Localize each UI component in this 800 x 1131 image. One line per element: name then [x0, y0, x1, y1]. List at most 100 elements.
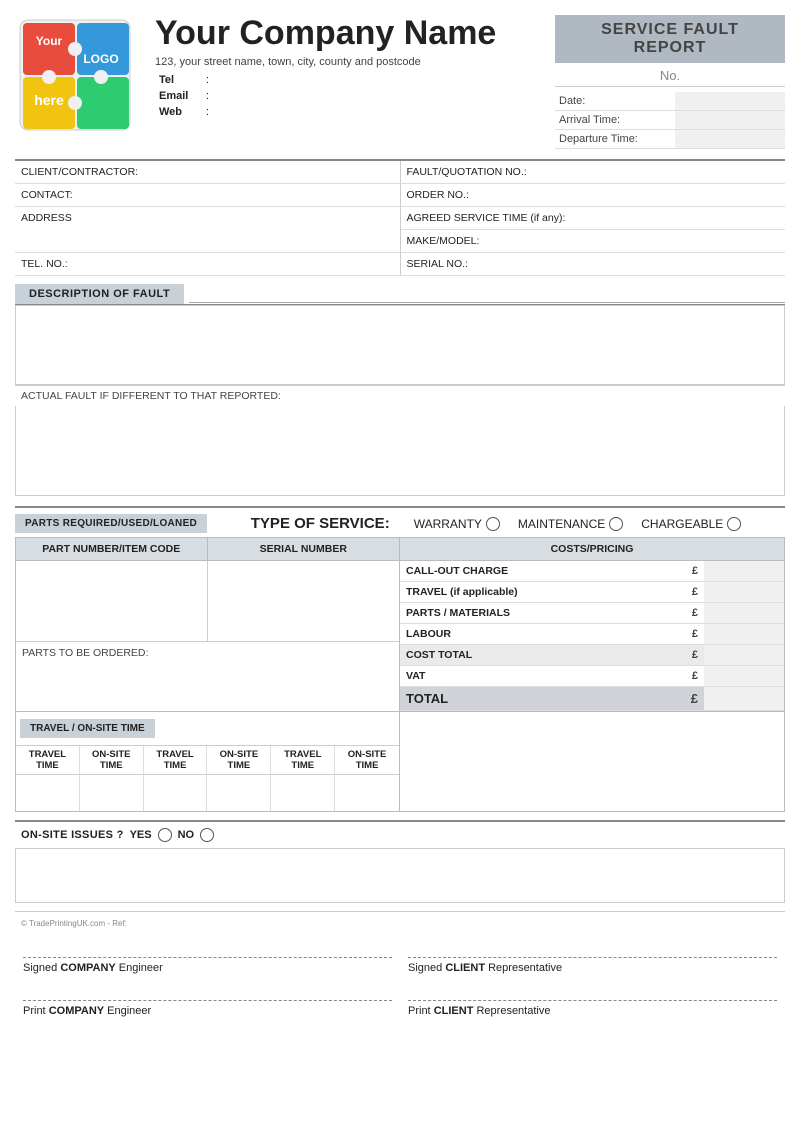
onsite-notes-box[interactable]	[15, 848, 785, 903]
svg-text:here: here	[34, 92, 64, 108]
print-company-label: Print COMPANY Engineer	[23, 1005, 392, 1017]
actual-fault-box[interactable]	[15, 406, 785, 496]
onsite-d3[interactable]	[335, 775, 399, 811]
onsite-d1[interactable]	[80, 775, 144, 811]
part-numbers-col[interactable]	[16, 561, 208, 641]
company-contact: Tel : Email : Web :	[155, 71, 545, 121]
travel-h3: TRAVEL TIME	[271, 746, 335, 775]
email-value: :	[204, 89, 211, 103]
parts-tag: PARTS REQUIRED/USED/LOANED	[15, 514, 207, 533]
travel-data-row	[16, 775, 399, 811]
type-service-title: TYPE OF SERVICE:	[251, 515, 390, 532]
company-address: 123, your street name, town, city, count…	[155, 56, 545, 68]
maintenance-radio[interactable]	[609, 517, 623, 531]
total-pound: £	[685, 687, 704, 711]
parts-headers: PART NUMBER/ITEM CODE SERIAL NUMBER	[16, 538, 399, 561]
onsite-no-radio[interactable]	[200, 828, 214, 842]
departure-value[interactable]	[675, 130, 785, 149]
cost-total-pound: £	[685, 645, 704, 666]
onsite-issues-row: ON-SITE ISSUES ? YES NO	[15, 820, 785, 844]
labour-amount[interactable]	[704, 624, 784, 645]
tel-value: :	[204, 73, 211, 87]
total-amount[interactable]	[704, 687, 784, 711]
address-label: ADDRESS	[15, 207, 400, 253]
report-no: No.	[555, 68, 785, 87]
svg-text:Your: Your	[36, 34, 63, 48]
print-company-line	[23, 1000, 392, 1001]
travel-d1[interactable]	[16, 775, 80, 811]
chargeable-label: CHARGEABLE	[641, 517, 723, 531]
print-company-col: Print COMPANY Engineer	[15, 978, 400, 1021]
travel-amount[interactable]	[704, 582, 784, 603]
parts-materials-label: PARTS / MATERIALS	[400, 603, 685, 624]
actual-fault-label: ACTUAL FAULT IF DIFFERENT TO THAT REPORT…	[15, 385, 785, 406]
fault-description-box[interactable]	[15, 305, 785, 385]
fault-title: DESCRIPTION OF FAULT	[15, 284, 184, 304]
labour-label: LABOUR	[400, 624, 685, 645]
print-client-line	[408, 1000, 777, 1001]
tel-label: Tel	[157, 73, 202, 87]
cost-total-amount[interactable]	[704, 645, 784, 666]
serial-no-label: SERIAL NO.:	[400, 253, 785, 276]
travel-container: TRAVEL / ON-SITE TIME TRAVEL TIME ON-SIT…	[15, 712, 785, 812]
travel-d2[interactable]	[144, 775, 208, 811]
costs-header: COSTS/PRICING	[400, 538, 784, 561]
onsite-issues-label: ON-SITE ISSUES ?	[21, 829, 124, 841]
call-out-amount[interactable]	[704, 561, 784, 582]
fault-quot-label: FAULT/QUOTATION NO.:	[400, 160, 785, 184]
fault-header-line	[189, 302, 785, 303]
vat-amount[interactable]	[704, 666, 784, 687]
svg-text:LOGO: LOGO	[83, 52, 118, 66]
print-client-col: Print CLIENT Representative	[400, 978, 785, 1021]
serial-numbers-col[interactable]	[208, 561, 400, 641]
onsite-yes-radio[interactable]	[158, 828, 172, 842]
chargeable-radio[interactable]	[727, 517, 741, 531]
labour-pound: £	[685, 624, 704, 645]
onsite-h1: ON-SITE TIME	[80, 746, 144, 775]
onsite-no-label: NO	[178, 829, 195, 841]
type-service-block: TYPE OF SERVICE: WARRANTY MAINTENANCE CH…	[207, 515, 785, 532]
travel-header-area: TRAVEL / ON-SITE TIME	[16, 712, 399, 745]
date-table: Date: Arrival Time: Departure Time:	[555, 92, 785, 149]
signed-client-line	[408, 957, 777, 958]
vat-label: VAT	[400, 666, 685, 687]
onsite-d2[interactable]	[207, 775, 271, 811]
warranty-label: WARRANTY	[414, 517, 482, 531]
warranty-option[interactable]: WARRANTY	[414, 517, 500, 531]
logo-icon: Your LOGO here	[15, 15, 135, 135]
parts-amount[interactable]	[704, 603, 784, 624]
report-title: SERVICE FAULT REPORT	[555, 15, 785, 63]
signed-company-col: Signed COMPANY Engineer	[15, 935, 400, 978]
onsite-h3: ON-SITE TIME	[335, 746, 399, 775]
arrival-value[interactable]	[675, 111, 785, 130]
costs-table: CALL-OUT CHARGE £ TRAVEL (if applicable)…	[400, 561, 784, 711]
serial-number-header: SERIAL NUMBER	[208, 538, 400, 560]
maintenance-option[interactable]: MAINTENANCE	[518, 517, 623, 531]
signed-company-line	[23, 957, 392, 958]
copyright: © TradePrintingUK.com - Ref:	[15, 916, 785, 931]
make-model-label: MAKE/MODEL:	[400, 230, 785, 253]
warranty-radio[interactable]	[486, 517, 500, 531]
sig-grid: Signed COMPANY Engineer Signed CLIENT Re…	[15, 935, 785, 1021]
web-label: Web	[157, 105, 202, 119]
travel-d3[interactable]	[271, 775, 335, 811]
travel-h1: TRAVEL TIME	[16, 746, 80, 775]
date-value[interactable]	[675, 92, 785, 111]
parts-left-panel: PART NUMBER/ITEM CODE SERIAL NUMBER PART…	[16, 538, 400, 711]
travel-left-panel: TRAVEL / ON-SITE TIME TRAVEL TIME ON-SIT…	[16, 712, 400, 811]
travel-pound: £	[685, 582, 704, 603]
total-label: TOTAL	[400, 687, 685, 711]
fault-section-header-row: DESCRIPTION OF FAULT	[15, 284, 785, 305]
parts-service-header: PARTS REQUIRED/USED/LOANED TYPE OF SERVI…	[15, 506, 785, 537]
travel-h2: TRAVEL TIME	[144, 746, 208, 775]
arrival-label: Arrival Time:	[555, 111, 675, 130]
company-info: Your Company Name 123, your street name,…	[155, 15, 545, 121]
parts-body-rows	[16, 561, 399, 641]
costs-right-panel: COSTS/PRICING CALL-OUT CHARGE £ TRAVEL (…	[400, 538, 784, 711]
travel-col-headers: TRAVEL TIME ON-SITE TIME TRAVEL TIME ON-…	[16, 745, 399, 775]
contact-label: CONTACT:	[15, 184, 400, 207]
travel-tag: TRAVEL / ON-SITE TIME	[20, 719, 155, 738]
vat-pound: £	[685, 666, 704, 687]
chargeable-option[interactable]: CHARGEABLE	[641, 517, 741, 531]
tel-no-label: TEL. NO.:	[15, 253, 400, 276]
